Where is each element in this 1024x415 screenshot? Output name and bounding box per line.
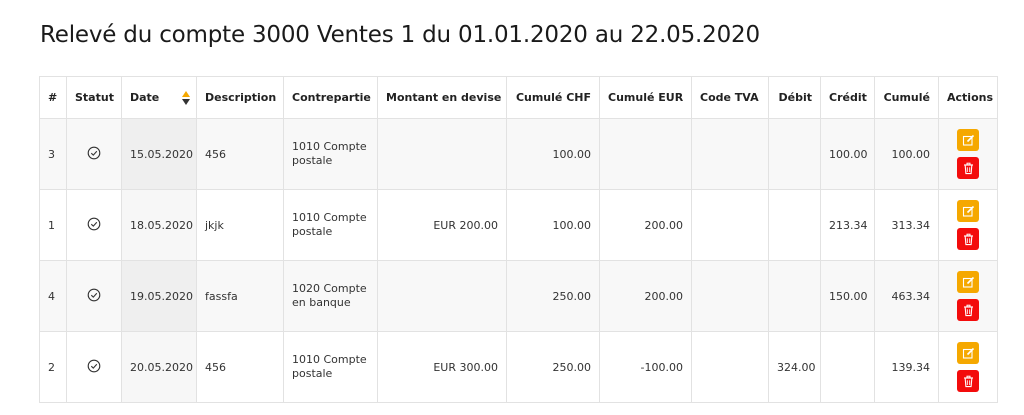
cell-description: jkjk: [196, 189, 284, 261]
cell-status: [66, 331, 122, 403]
edit-icon: [962, 276, 974, 288]
col-header-cumule-chf[interactable]: Cumulé CHF: [506, 76, 600, 119]
edit-icon: [962, 134, 974, 146]
cell-montant-devise: EUR 200.00: [377, 189, 507, 261]
sort-icon[interactable]: [182, 90, 190, 106]
col-header-date-label: Date: [130, 91, 160, 104]
cell-cumule-eur: [599, 118, 692, 190]
table-header-row: # Statut Date Description Contrepartie M…: [39, 76, 998, 119]
col-header-statut[interactable]: Statut: [66, 76, 122, 119]
edit-button[interactable]: [957, 271, 979, 293]
cell-num: 4: [39, 260, 67, 332]
col-header-actions: Actions: [938, 76, 998, 119]
cell-cumule-chf: 250.00: [506, 260, 600, 332]
col-header-credit[interactable]: Crédit: [820, 76, 875, 119]
table-row[interactable]: 2 20.05.2020 456 1010 Compte postale EUR…: [39, 331, 998, 403]
cell-credit: 150.00: [820, 260, 875, 332]
cell-actions: [938, 260, 998, 332]
delete-button[interactable]: [957, 370, 979, 392]
edit-icon: [962, 347, 974, 359]
cell-cumule-eur: -100.00: [599, 331, 692, 403]
page-title: Relevé du compte 3000 Ventes 1 du 01.01.…: [40, 22, 760, 48]
trash-icon: [963, 233, 973, 245]
cell-cumule-chf: 100.00: [506, 118, 600, 190]
cell-cumule: 313.34: [874, 189, 939, 261]
cell-status: [66, 189, 122, 261]
col-header-num[interactable]: #: [39, 76, 67, 119]
cell-date: 19.05.2020: [121, 260, 197, 332]
check-circle-icon: [87, 146, 101, 159]
trash-icon: [963, 162, 973, 174]
cell-num: 2: [39, 331, 67, 403]
cell-cumule-chf: 250.00: [506, 331, 600, 403]
cell-status: [66, 118, 122, 190]
delete-button[interactable]: [957, 157, 979, 179]
col-header-cumule[interactable]: Cumulé: [874, 76, 939, 119]
cell-credit: 100.00: [820, 118, 875, 190]
cell-debit: [768, 189, 821, 261]
cell-num: 3: [39, 118, 67, 190]
cell-code-tva: [691, 189, 769, 261]
cell-code-tva: [691, 260, 769, 332]
cell-credit: 213.34: [820, 189, 875, 261]
cell-code-tva: [691, 118, 769, 190]
check-circle-icon: [87, 359, 101, 372]
cell-num: 1: [39, 189, 67, 261]
cell-contrepartie: 1010 Compte postale: [283, 189, 378, 261]
col-header-debit[interactable]: Débit: [768, 76, 821, 119]
col-header-description[interactable]: Description: [196, 76, 284, 119]
cell-debit: [768, 260, 821, 332]
cell-date: 18.05.2020: [121, 189, 197, 261]
col-header-contrepartie[interactable]: Contrepartie: [283, 76, 378, 119]
table-row[interactable]: 1 18.05.2020 jkjk 1010 Compte postale EU…: [39, 189, 998, 261]
cell-actions: [938, 331, 998, 403]
cell-cumule-eur: 200.00: [599, 260, 692, 332]
cell-contrepartie: 1010 Compte postale: [283, 118, 378, 190]
cell-description: fassfa: [196, 260, 284, 332]
cell-actions: [938, 118, 998, 190]
cell-cumule: 139.34: [874, 331, 939, 403]
cell-cumule: 463.34: [874, 260, 939, 332]
cell-cumule-eur: 200.00: [599, 189, 692, 261]
cell-credit: [820, 331, 875, 403]
table-row[interactable]: 4 19.05.2020 fassfa 1020 Compte en banqu…: [39, 260, 998, 332]
delete-button[interactable]: [957, 228, 979, 250]
edit-button[interactable]: [957, 200, 979, 222]
col-header-montant-devise[interactable]: Montant en devise: [377, 76, 507, 119]
table-row[interactable]: 3 15.05.2020 456 1010 Compte postale 100…: [39, 118, 998, 190]
cell-montant-devise: EUR 300.00: [377, 331, 507, 403]
col-header-cumule-eur[interactable]: Cumulé EUR: [599, 76, 692, 119]
cell-actions: [938, 189, 998, 261]
check-circle-icon: [87, 288, 101, 301]
cell-date: 15.05.2020: [121, 118, 197, 190]
cell-contrepartie: 1010 Compte postale: [283, 331, 378, 403]
trash-icon: [963, 375, 973, 387]
trash-icon: [963, 304, 973, 316]
cell-cumule-chf: 100.00: [506, 189, 600, 261]
ledger-table: # Statut Date Description Contrepartie M…: [39, 76, 998, 403]
cell-code-tva: [691, 331, 769, 403]
check-circle-icon: [87, 217, 101, 230]
cell-montant-devise: [377, 118, 507, 190]
edit-icon: [962, 205, 974, 217]
delete-button[interactable]: [957, 299, 979, 321]
edit-button[interactable]: [957, 342, 979, 364]
cell-description: 456: [196, 118, 284, 190]
cell-montant-devise: [377, 260, 507, 332]
cell-cumule: 100.00: [874, 118, 939, 190]
cell-debit: [768, 118, 821, 190]
col-header-code-tva[interactable]: Code TVA: [691, 76, 769, 119]
cell-status: [66, 260, 122, 332]
cell-description: 456: [196, 331, 284, 403]
edit-button[interactable]: [957, 129, 979, 151]
cell-contrepartie: 1020 Compte en banque: [283, 260, 378, 332]
cell-debit: 324.00: [768, 331, 821, 403]
col-header-date[interactable]: Date: [121, 76, 197, 119]
cell-date: 20.05.2020: [121, 331, 197, 403]
